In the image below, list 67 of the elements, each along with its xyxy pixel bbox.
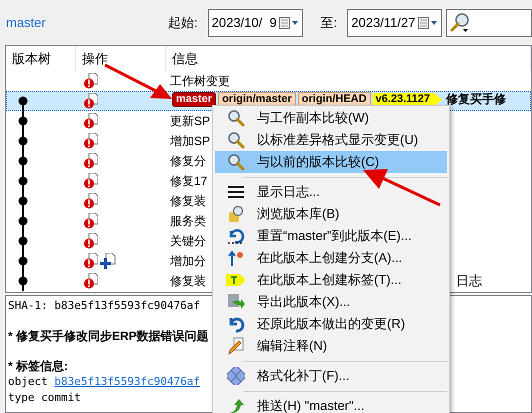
file-warning-icon xyxy=(84,73,98,89)
menu-item[interactable]: 还原此版本做出的变更(R) xyxy=(215,313,447,335)
tag-icon xyxy=(226,274,246,286)
commit-message: 增加SP xyxy=(170,133,210,150)
menu-item[interactable]: 显示日志... xyxy=(215,181,447,203)
search-field[interactable] xyxy=(446,8,532,36)
menu-item[interactable]: 以标准差异格式显示变更(U) xyxy=(215,129,447,151)
file-warning-icon xyxy=(84,93,98,109)
file-warning-icon xyxy=(84,273,98,289)
menu-item[interactable]: 编辑注释(N) xyxy=(215,335,447,357)
menu-item[interactable]: 推送(H) "master"... xyxy=(215,395,447,413)
pencil-icon xyxy=(227,337,245,355)
commit-message: 工作树变更 xyxy=(170,73,230,90)
date-label: 至: xyxy=(320,14,338,32)
file-warning-icon xyxy=(84,213,98,229)
calendar-dropdown-icon[interactable] xyxy=(418,16,438,28)
magnifier-icon xyxy=(227,153,245,171)
file-warning-icon xyxy=(84,233,98,249)
commit-message: 修复17 xyxy=(170,173,208,190)
branch-link[interactable]: master xyxy=(6,12,168,32)
export-icon xyxy=(227,293,245,311)
detail-heading: * 修复买手修改同步ERP数据错误问题 xyxy=(8,328,209,344)
file-warning-icon xyxy=(84,253,98,269)
file-warning-icon xyxy=(84,113,98,129)
menu-item[interactable]: 导出此版本(X)... xyxy=(215,291,447,313)
column-header[interactable]: 操作 xyxy=(76,46,166,71)
magnifier-icon xyxy=(227,109,245,127)
tag-label: v6.23.1127 xyxy=(372,93,442,106)
patch-icon xyxy=(227,367,245,385)
magnifier-icon xyxy=(227,131,245,149)
commit-message: 修复买手修 xyxy=(446,93,506,106)
menu-item[interactable]: 重置“master”到此版本(E)... xyxy=(215,225,447,247)
commit-message: 增加分 xyxy=(170,253,206,270)
commit-message: 服务类 xyxy=(170,213,206,230)
branch-label: master xyxy=(172,92,216,107)
calendar-dropdown-icon[interactable] xyxy=(278,16,299,28)
undo-arrow-icon xyxy=(227,315,245,333)
commit-message: 日志 xyxy=(456,272,482,290)
detail-text: type commit xyxy=(8,390,81,406)
date-label: 起始: xyxy=(168,14,198,32)
database-icon xyxy=(227,205,245,223)
column-header[interactable]: 版本树 xyxy=(6,46,76,71)
file-warning-icon xyxy=(84,193,98,209)
file-warning-icon xyxy=(84,153,98,169)
file-warning-icon xyxy=(84,173,98,189)
lines-icon xyxy=(227,184,245,200)
menu-item[interactable]: 格式化补丁(F)... xyxy=(215,365,447,387)
commit-message: 关键分 xyxy=(170,233,206,250)
date-field[interactable]: 2023/11/27 xyxy=(347,8,442,36)
commit-message: 更新SP xyxy=(170,113,210,130)
menu-item[interactable]: 在此版本上创建标签(T)... xyxy=(215,269,447,291)
up-arrow-icon xyxy=(227,397,245,413)
date-field[interactable]: 2023/10/ 9 xyxy=(208,8,303,36)
commit-link[interactable]: b83e5f13f5593fc90476af xyxy=(54,374,200,390)
undo-arrow-icon xyxy=(227,227,245,245)
menu-item[interactable]: 浏览版本库(B) xyxy=(215,203,447,225)
menu-item[interactable]: 在此版本上创建分支(A)... xyxy=(215,247,447,269)
file-warning-icon xyxy=(84,133,98,149)
branch-icon xyxy=(227,249,245,267)
commit-message: 修复分 xyxy=(170,153,206,170)
commit-message: 修复装 xyxy=(170,273,206,290)
menu-item[interactable]: 与以前的版本比较(C) xyxy=(215,151,447,173)
commit-message: 修复装 xyxy=(170,193,206,210)
column-header[interactable]: 信息 xyxy=(166,46,531,71)
detail-text: SHA-1: b83e5f13f5593fc90476af xyxy=(8,298,200,314)
detail-heading: * 标签信息: xyxy=(8,358,68,374)
detail-text: object xyxy=(8,374,49,390)
